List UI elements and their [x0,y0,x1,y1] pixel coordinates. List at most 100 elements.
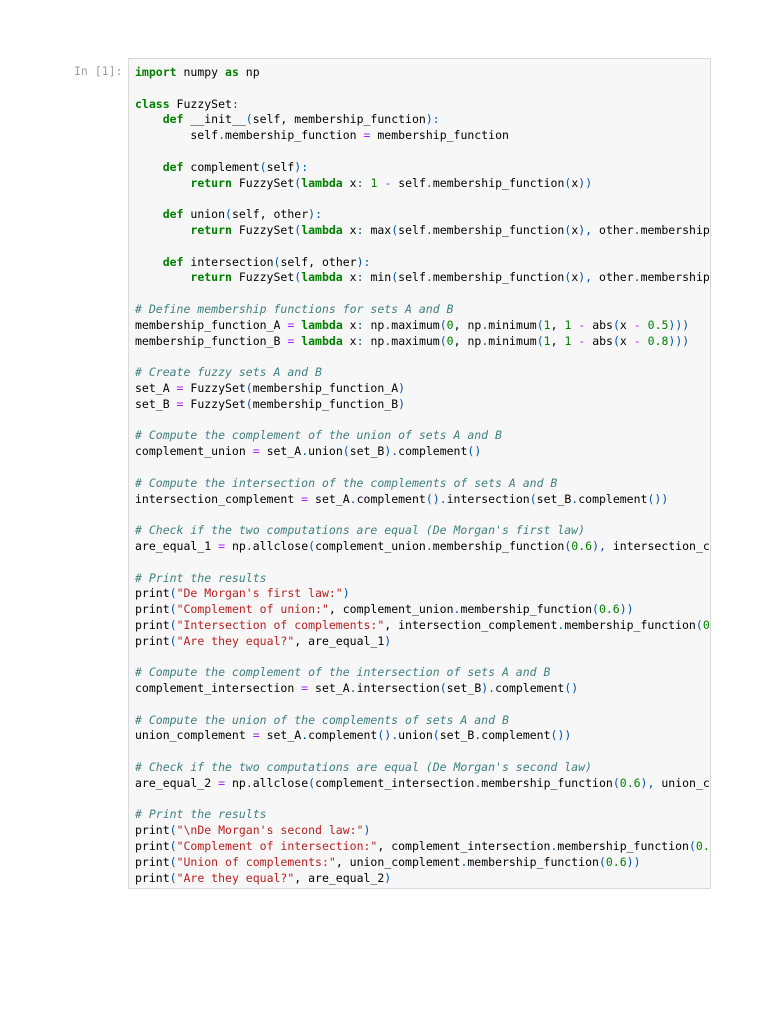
code-token: , are_equal_1 [294,633,385,648]
code-token: ( [612,333,620,348]
code-token: x [342,317,357,332]
code-token: set_A [135,380,177,395]
code-line: return FuzzySet(lambda x: 1 - self.membe… [135,175,710,192]
code-token: return [190,175,232,190]
code-token: union [308,444,343,459]
code-token: 0.6 [571,538,593,553]
code-token: membership_function [225,128,364,143]
code-token: . [425,538,433,553]
code-line: print("Are they equal?", are_equal_2) [135,870,710,887]
code-token: ( [225,207,232,222]
code-token: )) [578,175,593,190]
code-token: "Are they equal?" [176,870,295,885]
code-token: maximum [391,317,440,332]
code-line: print("\nDe Morgan's second law:") [135,823,710,839]
code-line: complement_intersection = set_A.intersec… [135,681,710,697]
code-token: ( [169,854,177,869]
code-token: ( [612,775,620,790]
code-cell[interactable]: import numpy as np class FuzzySet: def _… [128,58,711,889]
code-token: ( [695,617,703,632]
code-token: set_B [349,444,385,459]
code-token: x [342,333,357,348]
code-token: ): [425,112,440,127]
code-line: class FuzzySet: [135,96,710,113]
code-token: # Print the results [135,570,267,585]
code-token: 0.8 [647,333,669,348]
code-line: membership_function_B = lambda x: np.max… [135,333,710,350]
code-token: membership_function [467,854,599,869]
code-token: , complement_intersection [377,839,551,854]
code-token: = [218,538,226,553]
code-line: def complement(self): [135,159,710,176]
code-line: def __init__(self, membership_function): [135,112,710,128]
code-line: intersection_complement = set_A.compleme… [135,491,710,508]
code-token: print [135,617,170,632]
code-token: membership_function [432,222,565,237]
code-token: self [398,270,426,285]
code-token: , intersection_complement [384,617,558,632]
code-token: ), [640,775,655,790]
code-token: membership_function [432,175,565,190]
code-token: ( [432,728,440,743]
code-token: allclose [252,538,309,553]
code-token: "De Morgan's first law:" [176,586,343,601]
code-token: complement_intersection [135,681,302,696]
code-token: . [245,775,253,790]
code-token: membership_fu [640,270,710,285]
code-line: # Compute the union of the complements o… [135,712,710,729]
code-token: : [356,333,364,348]
code-token: ( [169,870,177,885]
code-token: np [238,65,260,79]
code-token: membership_function [557,839,689,854]
code-token: allclose [252,775,309,790]
code-token: # Compute the intersection of the comple… [135,475,558,490]
code-token: 0.6 [702,617,710,632]
code-token: . [425,222,433,237]
code-line: # Print the results [135,570,710,587]
code-token: x [342,175,357,190]
code-token: return [190,222,232,237]
code-line: membership_function_A = lambda x: np.max… [135,317,710,334]
code-token: x [619,333,634,348]
code-token: )) [626,854,641,869]
code-line: print("Complement of intersection:", com… [135,839,710,855]
code-token: ), [592,538,606,553]
code-token: # Compute the union of the complements o… [135,712,509,727]
code-token: np [363,333,385,348]
code-token: np [225,775,246,790]
code-token: other [592,222,634,237]
code-token: ( [598,854,606,869]
code-line: print("Are they equal?", are_equal_1) [135,633,710,650]
code-editor[interactable]: import numpy as np class FuzzySet: def _… [135,65,710,887]
code-token: # Compute the complement of the intersec… [135,665,551,680]
code-token: set_A [259,444,302,459]
code-token: "Intersection of complements:" [176,617,385,632]
code-token: () [564,681,579,696]
code-token: ) [363,823,371,838]
code-token: membership_function [460,602,593,617]
code-token: ): [308,207,322,222]
code-token: ( [688,839,696,854]
code-token: complement [308,728,378,743]
code-token: membership_function [481,775,613,790]
code-token: def [162,159,184,174]
code-token: class [135,96,170,111]
code-line: set_B = FuzzySet(membership_function_B) [135,396,710,413]
code-token: 0.5 [647,317,669,332]
code-token: . [349,491,357,506]
code-token: "Union of complements:" [176,854,336,869]
code-token: intersection [183,254,274,269]
code-token: # Check if the two computations are equa… [135,523,586,538]
code-token: print [135,854,170,869]
code-token: minimum [488,333,537,348]
code-token: membership_function_B [252,396,399,411]
